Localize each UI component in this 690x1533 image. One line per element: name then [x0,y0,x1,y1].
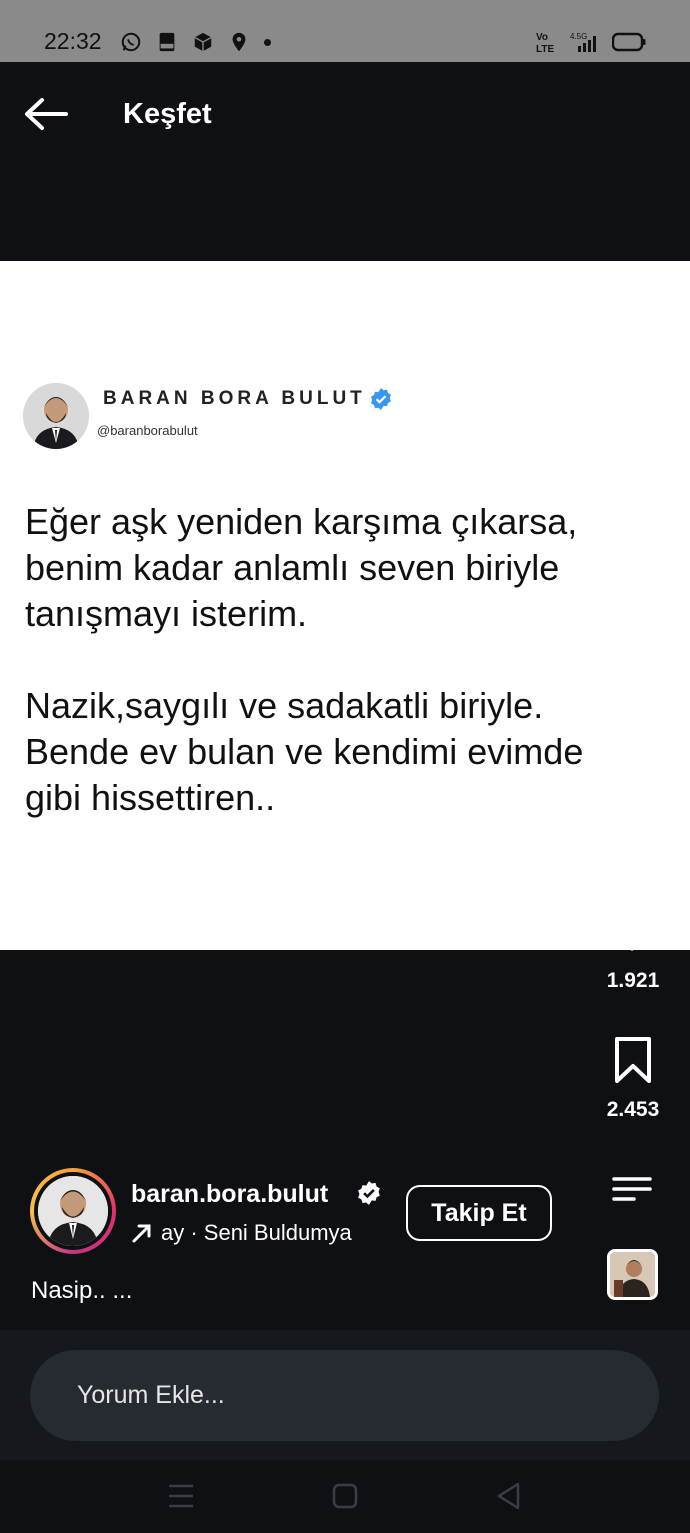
comment-button[interactable]: 475 [588,645,678,723]
location-icon [232,32,246,52]
status-time: 22:32 [44,28,102,54]
music-label: ay · Seni Buldumya [161,1220,352,1245]
tweet-handle: @baranborabulut [97,423,198,438]
tweet-text: Eğer aşk yeniden karşıma çıkarsa, benim … [25,501,584,818]
comment-bar [0,1330,690,1460]
verified-badge-icon [358,1181,380,1205]
menu-icon[interactable] [610,1175,654,1205]
battery-icon [612,32,646,52]
status-icons-left [120,31,271,53]
share-button[interactable]: 1.921 [588,905,678,993]
box-icon [194,32,212,52]
tweet-avatar [23,383,89,449]
notification-dot [264,38,271,46]
send-icon [610,909,656,951]
post-media[interactable]: BARAN BORA BULUT @baranborabulut Eğer aş… [0,261,690,950]
bookmark-icon [615,1037,651,1083]
pdf-icon [159,32,175,52]
volte-icon: VoLTE [536,32,554,54]
signal-icon: 4.5G [570,32,596,52]
avatar-image [38,1176,108,1246]
tweet-author-name: BARAN BORA BULUT [103,388,366,409]
svg-text:4.5G: 4.5G [570,32,587,41]
status-bar: 22:32 Vo LTE 4.5G [0,0,690,62]
share-count: 1.921 [606,969,660,992]
home-icon[interactable] [325,1476,365,1516]
save-count: 2.453 [606,1098,660,1121]
avatar-frame [34,1172,112,1250]
trending-arrow-icon [132,1224,151,1243]
like-button[interactable]: 9.429 [588,515,678,587]
heart-icon [611,517,655,558]
svg-text:Vo: Vo [536,32,548,43]
repost-count: 445 [615,847,651,870]
username[interactable]: baran.bora.bulut [131,1180,328,1209]
verified-badge-icon [371,388,391,410]
user-avatar[interactable] [30,1168,116,1254]
audio-thumbnail[interactable] [607,1249,658,1300]
back-nav-icon[interactable] [489,1476,529,1516]
save-button[interactable]: 2.453 [588,1036,678,1122]
comment-icon [610,647,654,689]
status-icons-right: Vo LTE 4.5G [536,30,646,54]
whatsapp-icon [121,32,141,52]
page-title: Keşfet [123,98,212,130]
comment-count: 475 [615,699,651,722]
repost-icon [615,777,651,823]
like-count: 9.429 [606,563,660,586]
header: Keşfet [0,62,690,262]
reels-screen: 22:32 Vo LTE 4.5G Keşfet BARAN BORA BULU… [0,0,690,1533]
post-caption[interactable]: Nasip.. ... [31,1277,132,1305]
back-arrow-icon[interactable] [22,94,70,134]
follow-button[interactable]: Takip Et [406,1185,552,1241]
svg-text:LTE: LTE [536,44,554,54]
comment-input[interactable] [30,1350,659,1441]
repost-button[interactable]: 445 [588,775,678,871]
system-nav-bar [0,1460,690,1533]
music-info[interactable]: ay · Seni Buldumya [131,1220,352,1246]
recent-apps-icon[interactable] [161,1476,201,1516]
